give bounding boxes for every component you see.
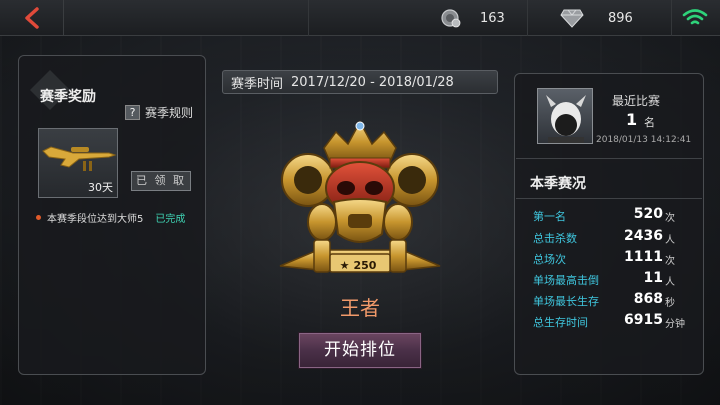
- stat-row: 总击杀数 2436 人: [533, 228, 703, 246]
- stat-label: 单场最长生存: [533, 295, 599, 308]
- rank-name: 王者: [340, 296, 380, 320]
- task-row: 本赛季段位达到大师5 已完成: [36, 210, 185, 225]
- season-time-range: 2017/12/20 - 2018/01/28: [291, 74, 454, 90]
- stat-unit: 人: [665, 235, 675, 246]
- start-ranked-button[interactable]: 开始排位: [299, 333, 421, 368]
- divider: [516, 198, 702, 199]
- stat-row: 总场次 1111 次: [533, 249, 703, 267]
- stat-row: 单场最长生存 868 秒: [533, 291, 703, 309]
- stat-row: 第一名 520 次: [533, 206, 703, 224]
- top-separator: [527, 0, 528, 36]
- stat-unit: 人: [665, 277, 675, 288]
- top-separator: [671, 0, 672, 36]
- stat-value: 1111: [624, 249, 663, 265]
- season-status-title: 本季赛况: [530, 176, 586, 192]
- stat-unit: 次: [665, 256, 675, 267]
- stat-label: 第一名: [533, 210, 566, 223]
- currency1-display: 163: [440, 0, 505, 36]
- recent-match-rank-unit: 名: [644, 116, 655, 129]
- stat-label: 总场次: [533, 253, 566, 266]
- stat-value: 11: [643, 270, 663, 286]
- stat-unit: 次: [665, 213, 675, 224]
- stat-value: 520: [633, 206, 663, 222]
- back-arrow-icon: [24, 7, 39, 29]
- back-button[interactable]: [0, 0, 64, 36]
- divider: [516, 158, 702, 159]
- task-status: 已完成: [155, 214, 186, 225]
- question-icon: ?: [125, 105, 140, 120]
- rank-stars-value: 250: [353, 258, 377, 272]
- task-text: 本赛季段位达到大师5: [47, 214, 144, 225]
- currency2-value: 896: [608, 10, 633, 26]
- stat-value: 6915: [624, 312, 663, 328]
- claimed-button[interactable]: 已 领 取: [131, 171, 191, 191]
- season-time-bar: 赛季时间 2017/12/20 - 2018/01/28: [222, 70, 498, 94]
- king-rank-emblem-icon: [279, 120, 441, 273]
- top-separator: [308, 0, 309, 36]
- rank-stars-badge: ★ 250: [330, 256, 386, 274]
- bullet-dot: [36, 215, 41, 220]
- reward-item-slot[interactable]: 30天: [38, 128, 118, 198]
- stat-label: 单场最高击倒: [533, 274, 599, 287]
- stat-row: 总生存时间 6915 分钟: [533, 312, 703, 330]
- season-rules-label: 赛季规则: [145, 106, 194, 120]
- recent-match-title: 最近比赛: [612, 94, 661, 108]
- currency1-value: 163: [480, 10, 505, 26]
- season-time-label: 赛季时间: [231, 76, 284, 92]
- diamond-icon: [560, 9, 584, 28]
- recent-match-time: 2018/01/13 14:12:41: [596, 135, 692, 145]
- top-bar: 163 896: [0, 0, 720, 36]
- stat-unit: 分钟: [665, 319, 685, 330]
- avatar: [537, 88, 593, 144]
- currency2-display: 896: [560, 0, 633, 36]
- stat-label: 总击杀数: [533, 232, 577, 245]
- stat-label: 总生存时间: [533, 316, 588, 329]
- stat-value: 868: [633, 291, 663, 307]
- rewards-title: 赛季奖励: [40, 89, 96, 105]
- player-avatar-icon: [546, 95, 586, 143]
- stat-unit: 秒: [665, 298, 675, 309]
- reward-duration: 30天: [88, 181, 113, 194]
- stat-row: 单场最高击倒 11 人: [533, 270, 703, 288]
- medal-coin-icon: [441, 9, 461, 28]
- stat-value: 2436: [624, 228, 663, 244]
- recent-match-rank: 1: [626, 110, 638, 129]
- star-icon: ★: [339, 258, 350, 272]
- wifi-icon: [682, 9, 708, 25]
- season-rules-button[interactable]: ? 赛季规则: [125, 104, 193, 121]
